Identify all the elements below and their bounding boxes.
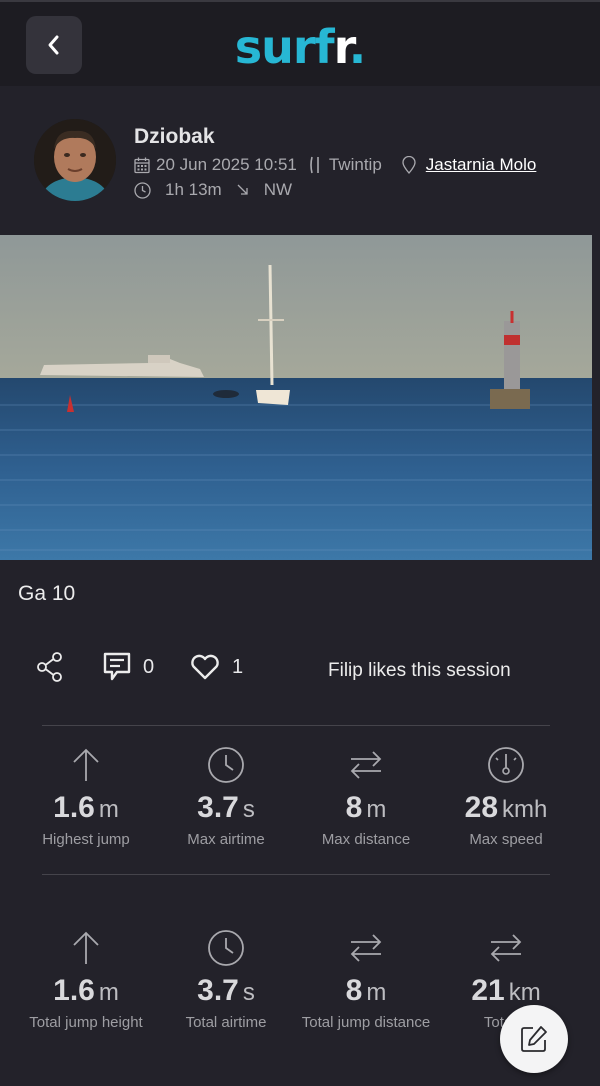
arrow-up-icon xyxy=(73,931,99,964)
session-date: 20 Jun 2025 10:51 xyxy=(156,155,297,174)
stat-total-jump-distance: 8m Total jump distance xyxy=(296,928,436,1031)
session-photo[interactable] xyxy=(0,235,592,560)
session-caption: Ga 10 xyxy=(18,582,76,605)
swap-arrows-icon xyxy=(490,934,522,962)
arrow-up-icon xyxy=(73,748,99,781)
comment-icon xyxy=(103,652,131,681)
edit-session-button[interactable] xyxy=(500,1005,568,1073)
divider xyxy=(42,725,550,726)
stat-max-distance: 8m Max distance xyxy=(296,745,436,848)
like-count: 1 xyxy=(232,655,244,678)
like-button[interactable]: 1 xyxy=(190,654,243,680)
user-name[interactable]: Dziobak xyxy=(134,125,215,149)
divider xyxy=(42,874,550,875)
location-link[interactable]: Jastarnia Molo xyxy=(426,155,537,175)
stat-total-jump-height: 1.6 m Total jump height xyxy=(16,928,156,1031)
swap-arrows-icon xyxy=(350,934,382,962)
avatar[interactable] xyxy=(34,119,116,201)
clock-icon xyxy=(208,747,244,783)
heart-icon xyxy=(191,654,219,680)
stat-max-speed: 28 kmh Max speed xyxy=(436,745,576,848)
stat-total-airtime: 3.7 s Total airtime xyxy=(156,928,296,1031)
comment-count: 0 xyxy=(143,655,155,678)
stat-max-airtime: 3.7 s Max airtime xyxy=(156,745,296,848)
comments-button[interactable]: 0 xyxy=(103,652,154,682)
session-duration: 1h 13m xyxy=(165,180,222,199)
calendar-icon xyxy=(134,157,150,174)
app-logo: surfr. xyxy=(234,20,366,74)
app-header: surfr. xyxy=(0,0,600,86)
board-type: Twintip xyxy=(328,155,382,174)
share-icon xyxy=(37,652,62,682)
session-meta-row-1: 20 Jun 2025 10:51 Twintip Jastarnia Molo xyxy=(134,155,536,175)
location-pin-icon xyxy=(402,156,416,174)
likes-summary[interactable]: Filip likes this session xyxy=(328,660,511,682)
clock-small-icon xyxy=(134,181,151,199)
swap-arrows-icon xyxy=(350,751,382,779)
speedometer-icon xyxy=(488,747,524,783)
wind-direction: NW xyxy=(263,180,293,199)
wind-arrow-icon xyxy=(236,183,250,197)
session-meta-row-2: 1h 13m NW xyxy=(134,180,292,200)
board-icon xyxy=(309,156,323,174)
edit-icon xyxy=(521,1026,547,1052)
clock-icon xyxy=(208,930,244,966)
share-button[interactable] xyxy=(36,652,64,682)
stat-highest-jump: 1.6 m Highest jump xyxy=(16,745,156,848)
